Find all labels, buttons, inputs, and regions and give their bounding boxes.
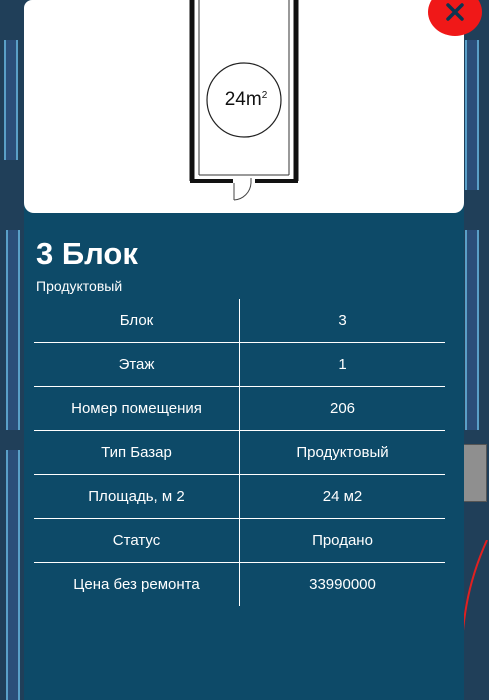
door-icon: [233, 178, 252, 201]
row-value: Продуктовый: [239, 430, 445, 475]
table-row: Площадь, м 2 24 м2: [34, 474, 445, 519]
row-label: Этаж: [34, 342, 240, 387]
row-label: Цена без ремонта: [34, 562, 240, 606]
details-table: Блок 3 Этаж 1 Номер помещения 206 Тип Ба…: [34, 299, 445, 606]
row-label: Блок: [34, 299, 240, 343]
row-label: Статус: [34, 518, 240, 563]
block-title: 3 Блок: [36, 236, 138, 271]
block-subtitle: Продуктовый: [36, 278, 123, 294]
row-value: 33990000: [309, 576, 376, 593]
map-block-strip: [465, 230, 479, 430]
row-value: 1: [239, 342, 445, 387]
map-block-strip: [465, 40, 479, 190]
table-row: Цена без ремонта 33990000: [34, 562, 445, 606]
map-block-strip: [6, 230, 20, 430]
row-value: 24 м2: [239, 474, 445, 519]
close-icon: [446, 3, 464, 21]
table-row: Блок 3: [34, 299, 445, 343]
table-row: Тип Базар Продуктовый: [34, 430, 445, 475]
row-label: Площадь, м 2: [34, 474, 240, 519]
floor-plan: 24m2: [24, 0, 464, 213]
room-area-label: 24m2: [206, 88, 286, 112]
row-value: Продано: [239, 518, 445, 563]
room-details-modal: 24m2 3 Блок Продуктовый Блок 3 Этаж 1 Но…: [24, 0, 464, 700]
map-grey-block: [463, 444, 487, 502]
row-label: Номер помещения: [34, 386, 240, 431]
map-block-strip: [6, 450, 20, 700]
row-value: 206: [239, 386, 445, 431]
table-row: Этаж 1: [34, 342, 445, 387]
row-label: Тип Базар: [34, 430, 240, 475]
table-row: Номер помещения 206: [34, 386, 445, 431]
room-area-unit: 2: [261, 90, 268, 101]
row-value: 3: [239, 299, 445, 343]
map-block-strip: [4, 40, 18, 160]
table-row: Статус Продано: [34, 518, 445, 563]
room-area-value: 24m: [224, 89, 262, 110]
